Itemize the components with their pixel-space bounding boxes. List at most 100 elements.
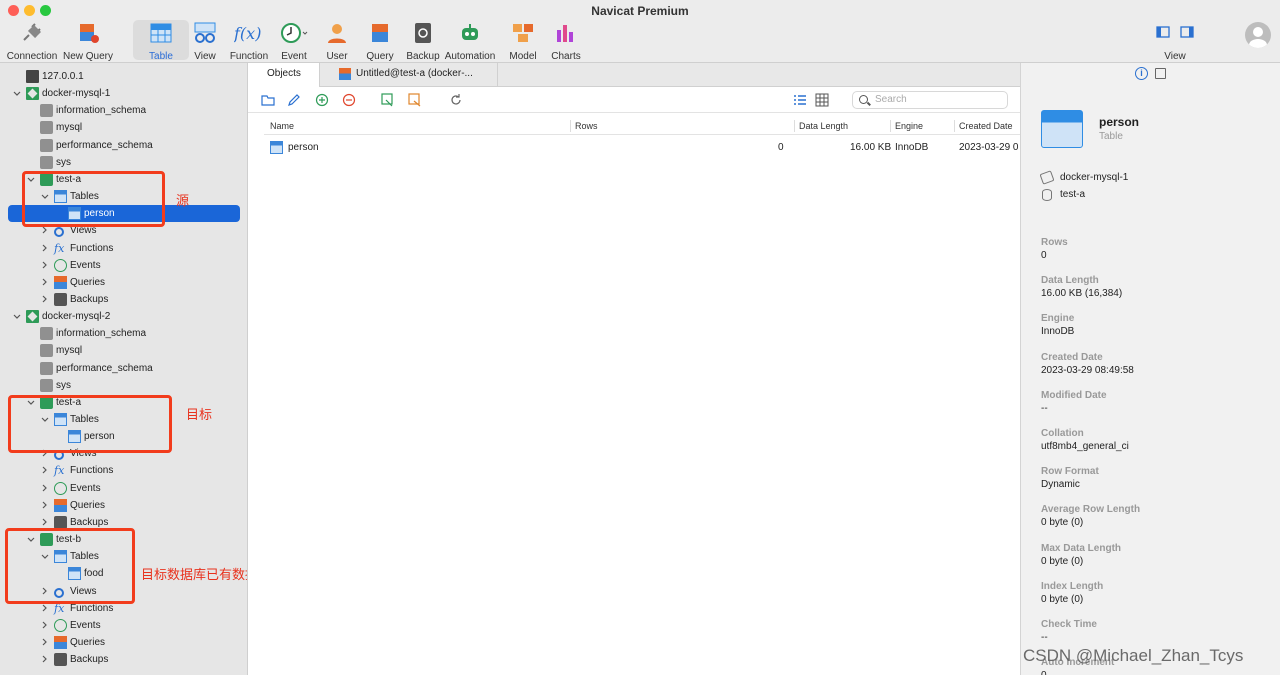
model-icon bbox=[511, 22, 535, 44]
tree-item-label: Backups bbox=[70, 293, 109, 305]
view-toggle-button[interactable]: View bbox=[1147, 20, 1203, 62]
list-view-icon[interactable] bbox=[793, 93, 807, 107]
column-header-engine[interactable]: Engine bbox=[890, 120, 923, 132]
tree-item-queries[interactable]: Queries bbox=[0, 274, 247, 291]
user-avatar[interactable] bbox=[1245, 22, 1271, 48]
tree-item-events[interactable]: Events bbox=[0, 480, 247, 497]
info-subtitle: Table bbox=[1099, 131, 1123, 142]
search-input[interactable]: Search bbox=[852, 91, 1008, 109]
chevron-down-icon[interactable] bbox=[12, 308, 22, 325]
tree-item-db[interactable]: information_schema bbox=[0, 325, 247, 342]
function-icon: f(x) bbox=[233, 22, 264, 44]
toolbar-label: Charts bbox=[551, 51, 581, 62]
chevron-right-icon[interactable] bbox=[40, 462, 50, 479]
chevron-right-icon[interactable] bbox=[40, 480, 50, 497]
target-annotation: 目标 bbox=[186, 407, 213, 422]
tree-item-db[interactable]: performance_schema bbox=[0, 360, 247, 377]
ddl-icon[interactable] bbox=[1155, 68, 1166, 79]
database-icon bbox=[1042, 189, 1052, 201]
toolbar-new-query-button[interactable]: New Query bbox=[60, 20, 116, 62]
connection-icon bbox=[26, 87, 39, 101]
tree-item-label: mysql bbox=[56, 122, 83, 134]
tree-item-fx[interactable]: fx Functions bbox=[0, 240, 247, 257]
info-icon[interactable]: i bbox=[1135, 67, 1148, 80]
chevron-right-icon[interactable] bbox=[40, 274, 50, 291]
database-icon bbox=[40, 361, 53, 375]
chevron-right-icon[interactable] bbox=[40, 240, 50, 257]
backup-icon bbox=[54, 292, 67, 306]
tree-item-backups[interactable]: Backups bbox=[0, 651, 247, 668]
toolbar-connection-button[interactable]: Connection bbox=[4, 20, 60, 62]
info-prop-label: Data Length bbox=[1041, 275, 1099, 287]
query-icon bbox=[54, 498, 67, 512]
backup-icon bbox=[54, 653, 67, 667]
connection-icon bbox=[26, 310, 39, 324]
target-highlight-box bbox=[8, 395, 172, 453]
new-table-button[interactable] bbox=[315, 93, 329, 107]
window-title: Navicat Premium bbox=[591, 4, 689, 18]
tree-item-fx[interactable]: fx Functions bbox=[0, 462, 247, 479]
chevron-down-icon[interactable] bbox=[12, 85, 22, 102]
tree-item-db[interactable]: sys bbox=[0, 377, 247, 394]
tree-item-db[interactable]: mysql bbox=[0, 119, 247, 136]
tree-item-label: Queries bbox=[70, 276, 106, 288]
tree-item-label: Queries bbox=[70, 636, 106, 648]
toolbar-label: New Query bbox=[62, 51, 113, 62]
tree-item-conn[interactable]: docker-mysql-2 bbox=[0, 308, 247, 325]
header-divider bbox=[264, 134, 1020, 135]
tree-item-events[interactable]: Events bbox=[0, 617, 247, 634]
tab-bar: Objects Untitled@test-a (docker-... bbox=[248, 63, 1020, 87]
connection-tree-sidebar[interactable]: 127.0.0.1 docker-mysql-1 information_schem… bbox=[0, 63, 248, 675]
tree-item-label: Functions bbox=[70, 242, 114, 254]
grid-view-icon[interactable] bbox=[815, 93, 829, 107]
toolbar-charts-button[interactable]: Charts bbox=[538, 20, 594, 62]
target-data-highlight-box bbox=[5, 528, 135, 604]
panel-toggle-icon bbox=[1153, 22, 1197, 44]
objects-panel: Objects Untitled@test-a (docker-... Sear… bbox=[248, 63, 1020, 675]
chevron-right-icon[interactable] bbox=[40, 651, 50, 668]
toolbar-label: Automation bbox=[444, 51, 496, 62]
database-icon bbox=[40, 378, 53, 392]
export-wizard-button[interactable] bbox=[408, 93, 422, 107]
toolbar-automation-button[interactable]: Automation bbox=[442, 20, 498, 62]
tree-item-label: docker-mysql-2 bbox=[42, 311, 111, 323]
tree-item-queries[interactable]: Queries bbox=[0, 634, 247, 651]
tab-untitled-query[interactable]: Untitled@test-a (docker-... bbox=[320, 63, 498, 87]
tree-item-label: Events bbox=[70, 259, 101, 271]
user-icon bbox=[325, 22, 349, 44]
tab-objects[interactable]: Objects bbox=[248, 63, 320, 87]
database-icon bbox=[40, 121, 53, 135]
chevron-right-icon[interactable] bbox=[40, 497, 50, 514]
column-header-name[interactable]: Name bbox=[266, 120, 294, 132]
tree-item-backups[interactable]: Backups bbox=[0, 291, 247, 308]
refresh-button[interactable] bbox=[449, 93, 463, 107]
tree-item-db[interactable]: performance_schema bbox=[0, 137, 247, 154]
design-table-button[interactable] bbox=[287, 93, 301, 107]
info-prop-label: Row Format bbox=[1041, 466, 1099, 478]
chevron-right-icon[interactable] bbox=[40, 634, 50, 651]
query-icon bbox=[339, 68, 351, 80]
column-header-data-length[interactable]: Data Length bbox=[794, 120, 848, 132]
table-icon bbox=[270, 141, 283, 154]
tree-item-conn[interactable]: docker-mysql-1 bbox=[0, 85, 247, 102]
tree-item-events[interactable]: Events bbox=[0, 257, 247, 274]
column-header-created-date[interactable]: Created Date bbox=[954, 120, 1020, 132]
import-wizard-button[interactable] bbox=[381, 93, 395, 107]
delete-table-button[interactable] bbox=[342, 93, 356, 107]
chevron-right-icon[interactable] bbox=[40, 257, 50, 274]
tree-item-db[interactable]: mysql bbox=[0, 342, 247, 359]
chevron-right-icon[interactable] bbox=[40, 291, 50, 308]
tree-item-queries[interactable]: Queries bbox=[0, 497, 247, 514]
tree-item-label: Functions bbox=[70, 465, 114, 477]
database-icon bbox=[40, 155, 53, 169]
tree-item-label: Backups bbox=[70, 654, 109, 666]
tree-item-db[interactable]: sys bbox=[0, 154, 247, 171]
tree-item-host[interactable]: 127.0.0.1 bbox=[0, 68, 247, 85]
column-header-rows[interactable]: Rows bbox=[570, 120, 598, 132]
tree-item-label: sys bbox=[56, 379, 71, 391]
tree-item-db[interactable]: information_schema bbox=[0, 102, 247, 119]
info-prop-label: Rows bbox=[1041, 237, 1068, 248]
event-icon bbox=[54, 258, 67, 272]
chevron-right-icon[interactable] bbox=[40, 617, 50, 634]
open-table-button[interactable] bbox=[261, 93, 275, 107]
